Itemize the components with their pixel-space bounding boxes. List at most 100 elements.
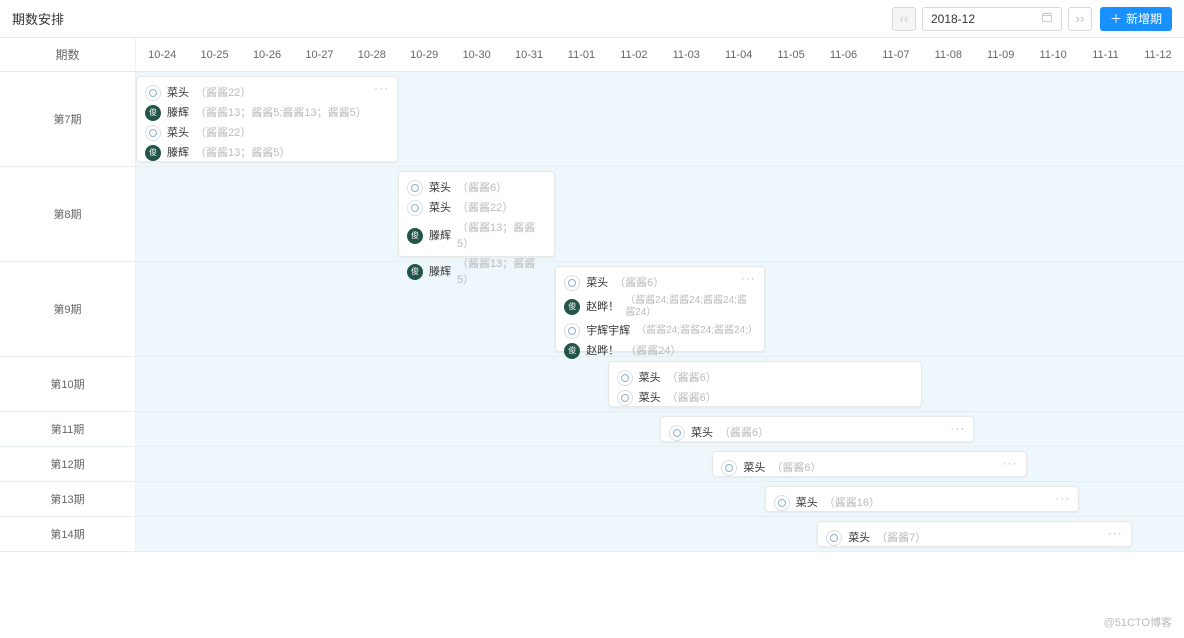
header-day: 11-01 xyxy=(555,38,607,71)
period-card[interactable]: ··· 菜头 （酱酱6） xyxy=(712,451,1026,477)
card-item: 俊滕辉 （酱酱13；酱酱5） xyxy=(407,254,546,290)
period-card[interactable]: ···菜头（酱酱7） xyxy=(817,521,1131,547)
item-meta: （酱酱16） xyxy=(824,495,880,511)
item-name: 菜头 xyxy=(429,200,451,216)
date-value: 2018-12 xyxy=(931,12,975,26)
item-meta: （酱酱6） xyxy=(667,390,717,406)
avatar-icon xyxy=(564,275,580,291)
item-name: 宇辉宇辉 xyxy=(586,323,630,339)
card-item: 菜头 （酱酱6） xyxy=(617,388,913,408)
more-icon[interactable]: ··· xyxy=(1108,526,1123,540)
header-day: 10-26 xyxy=(241,38,293,71)
row-lane: ···菜头（酱酱7） xyxy=(136,517,1184,551)
card-item: 菜头（酱酱22） xyxy=(145,83,389,103)
item-meta: （酱酱13；酱酱5） xyxy=(195,145,290,161)
next-month-button[interactable]: ›› xyxy=(1068,7,1092,31)
header-day: 11-11 xyxy=(1079,38,1131,71)
header-day: 10-27 xyxy=(293,38,345,71)
item-meta: （酱酱7） xyxy=(876,530,926,546)
timeline-header: 期数 10-2410-2510-2610-2710-2810-2910-3010… xyxy=(0,38,1184,72)
row-label: 第9期 xyxy=(0,262,136,356)
add-label: 新增期 xyxy=(1126,10,1162,27)
period-card[interactable]: ···菜头（酱酱6）俊赵晔！（酱酱24;酱酱24;酱酱24;酱酱24）宇辉宇辉（… xyxy=(555,266,765,352)
item-name: 菜头 xyxy=(167,125,189,141)
item-meta: （酱酱22） xyxy=(195,125,251,141)
header-day: 11-09 xyxy=(975,38,1027,71)
period-card[interactable]: 菜头（酱酱6）菜头（酱酱6） xyxy=(608,361,922,407)
chevron-right-icon: ›› xyxy=(1076,11,1085,26)
avatar-icon xyxy=(826,530,842,546)
avatar-dark-icon: 俊 xyxy=(564,343,580,359)
item-name: 菜头 xyxy=(796,495,818,511)
header-day: 10-29 xyxy=(398,38,450,71)
header-day: 11-06 xyxy=(817,38,869,71)
timeline-body: 第7期···菜头（酱酱22）俊滕辉（酱酱13；酱酱5;酱酱13；酱酱5）菜头（酱… xyxy=(0,72,1184,552)
item-meta: （酱酱6） xyxy=(457,180,507,196)
timeline-row: 第8期菜头（酱酱6）菜头（酱酱22）俊滕辉（酱酱13；酱酱5）俊滕辉（酱酱13；… xyxy=(0,167,1184,262)
item-meta: （酱酱22） xyxy=(195,85,251,101)
date-picker[interactable]: 2018-12 xyxy=(922,7,1062,31)
item-meta: （酱酱6） xyxy=(771,460,821,476)
item-name: 赵晔！ xyxy=(586,299,619,315)
calendar-icon xyxy=(1041,11,1053,26)
timeline-row: 第12期 ··· 菜头 （酱酱6） xyxy=(0,447,1184,482)
card-item: 菜头（酱酱22） xyxy=(407,198,546,218)
period-card[interactable]: ··· 菜头 （酱酱16） xyxy=(765,486,1079,512)
card-item: 菜头 （酱酱6） xyxy=(721,458,1017,478)
avatar-icon xyxy=(617,390,633,406)
header-day: 10-31 xyxy=(503,38,555,71)
item-meta: （酱酱13；酱酱5） xyxy=(457,220,546,252)
toolbar: 期数安排 ‹‹ 2018-12 ›› ＋ 新增期 xyxy=(0,0,1184,38)
header-day: 10-25 xyxy=(188,38,240,71)
more-icon[interactable]: ··· xyxy=(1003,456,1018,470)
item-meta: （酱酱13；酱酱5;酱酱13；酱酱5） xyxy=(195,105,367,121)
item-name: 菜头 xyxy=(639,390,661,406)
card-item: 俊滕辉（酱酱13；酱酱5） xyxy=(407,218,546,254)
item-name: 赵晔！ xyxy=(586,343,619,359)
row-label: 第7期 xyxy=(0,72,136,166)
item-meta: （酱酱24） xyxy=(625,343,681,359)
item-name: 菜头 xyxy=(743,460,765,476)
avatar-dark-icon: 俊 xyxy=(407,228,423,244)
item-name: 滕辉 xyxy=(167,145,189,161)
prev-month-button[interactable]: ‹‹ xyxy=(892,7,916,31)
row-lane: 菜头（酱酱6）菜头（酱酱22）俊滕辉（酱酱13；酱酱5）俊滕辉（酱酱13；酱酱5… xyxy=(136,167,1184,261)
row-lane: ··· 菜头 （酱酱16） xyxy=(136,482,1184,516)
header-day: 11-05 xyxy=(765,38,817,71)
avatar-dark-icon: 俊 xyxy=(145,105,161,121)
period-card[interactable]: ···菜头（酱酱22）俊滕辉（酱酱13；酱酱5;酱酱13；酱酱5）菜头（酱酱22… xyxy=(136,76,398,162)
timeline-row: 第14期···菜头（酱酱7） xyxy=(0,517,1184,552)
avatar-icon xyxy=(774,495,790,511)
row-label: 第10期 xyxy=(0,357,136,411)
card-item: 菜头（酱酱6） xyxy=(407,178,546,198)
avatar-icon xyxy=(564,323,580,339)
more-icon[interactable]: ··· xyxy=(741,271,756,285)
avatar-dark-icon: 俊 xyxy=(407,264,423,280)
card-item: 菜头（酱酱6） xyxy=(669,423,965,443)
card-item: 俊赵晔！（酱酱24;酱酱24;酱酱24;酱酱24） xyxy=(564,293,756,321)
period-card[interactable]: 菜头（酱酱6）菜头（酱酱22）俊滕辉（酱酱13；酱酱5）俊滕辉（酱酱13；酱酱5… xyxy=(398,171,555,257)
card-item: 菜头（酱酱6） xyxy=(617,368,913,388)
header-days: 10-2410-2510-2610-2710-2810-2910-3010-31… xyxy=(136,38,1184,71)
row-label: 第11期 xyxy=(0,412,136,446)
item-meta: （酱酱13；酱酱5） xyxy=(457,256,546,288)
card-item: 俊滕辉（酱酱13；酱酱5;酱酱13；酱酱5） xyxy=(145,103,389,123)
row-label: 第12期 xyxy=(0,447,136,481)
more-icon[interactable]: ··· xyxy=(950,421,965,435)
avatar-icon xyxy=(407,180,423,196)
header-day: 11-07 xyxy=(870,38,922,71)
timeline-row: 第11期 ···菜头（酱酱6） xyxy=(0,412,1184,447)
more-icon[interactable]: ··· xyxy=(1055,491,1070,505)
row-lane: ··· 菜头 （酱酱6） xyxy=(136,447,1184,481)
avatar-icon xyxy=(407,200,423,216)
item-meta: （酱酱6） xyxy=(667,370,717,386)
chevron-left-icon: ‹‹ xyxy=(900,11,909,26)
item-name: 滕辉 xyxy=(429,264,451,280)
timeline-row: 第7期···菜头（酱酱22）俊滕辉（酱酱13；酱酱5;酱酱13；酱酱5）菜头（酱… xyxy=(0,72,1184,167)
item-meta: （酱酱24;酱酱24;酱酱24;） xyxy=(636,325,756,337)
header-day: 10-28 xyxy=(346,38,398,71)
period-card[interactable]: ···菜头（酱酱6） xyxy=(660,416,974,442)
more-icon[interactable]: ··· xyxy=(374,81,389,95)
add-period-button[interactable]: ＋ 新增期 xyxy=(1100,7,1172,31)
header-day: 11-08 xyxy=(922,38,974,71)
